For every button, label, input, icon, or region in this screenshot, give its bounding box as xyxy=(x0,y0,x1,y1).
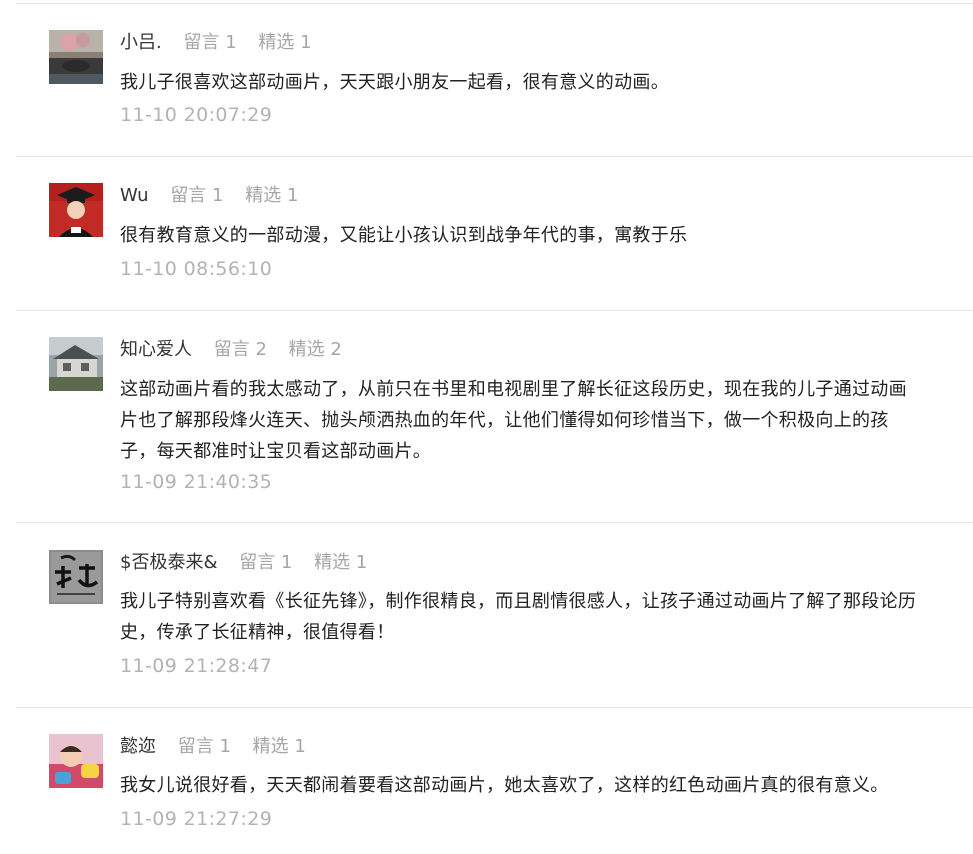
comment-text: 我儿子特别喜欢看《长征先锋》，制作很精良，而且剧情很感人，让孩子通过动画片了解了… xyxy=(120,591,917,643)
avatar[interactable] xyxy=(49,30,103,84)
nickname[interactable]: 小吕. xyxy=(120,32,162,53)
featured-count: 精选 2 xyxy=(288,339,342,360)
comment-meta: 小吕. 留言 1 精选 1 xyxy=(120,31,312,55)
avatar[interactable] xyxy=(49,550,103,604)
avatar[interactable] xyxy=(49,183,103,237)
calligraphy-avatar-icon xyxy=(49,550,103,604)
comment-meta: Wu 留言 1 精选 1 xyxy=(120,184,298,208)
landscape-avatar-icon xyxy=(49,30,103,84)
comment-time: 11-09 21:40:35 xyxy=(120,471,273,493)
reply-count: 留言 1 xyxy=(170,185,224,206)
comment-time: 11-10 08:56:10 xyxy=(120,258,273,280)
comment-divider xyxy=(16,522,973,523)
toddler-avatar-icon xyxy=(49,734,103,788)
reply-count: 留言 1 xyxy=(183,32,237,53)
comment-meta: 知心爱人 留言 2 精选 2 xyxy=(120,338,342,362)
comment-divider xyxy=(16,707,973,708)
nickname[interactable]: 知心爱人 xyxy=(120,339,192,360)
comment-divider xyxy=(16,156,973,157)
nickname[interactable]: 懿迩 xyxy=(120,736,156,757)
comment-list: 小吕. 留言 1 精选 1 我儿子很喜欢这部动画片，天天跟小朋友一起看，很有意义… xyxy=(0,0,973,854)
comment-time: 11-09 21:27:29 xyxy=(120,808,273,830)
featured-count: 精选 1 xyxy=(245,185,299,206)
comment-time: 11-09 21:28:47 xyxy=(120,655,273,677)
house-avatar-icon xyxy=(49,337,103,391)
comment-text: 我女儿说很好看，天天都闹着要看这部动画片，她太喜欢了，这样的红色动画片真的很有意… xyxy=(120,775,889,796)
comment-meta: $否极泰来& 留言 1 精选 1 xyxy=(120,551,367,575)
comment-text: 很有教育意义的一部动漫，又能让小孩认识到战争年代的事，寓教于乐 xyxy=(120,225,688,246)
nickname[interactable]: Wu xyxy=(120,185,149,206)
featured-count: 精选 1 xyxy=(314,552,368,573)
reply-count: 留言 1 xyxy=(177,736,231,757)
comment-time: 11-10 20:07:29 xyxy=(120,104,273,126)
featured-count: 精选 1 xyxy=(252,736,306,757)
comment-text: 我儿子很喜欢这部动画片，天天跟小朋友一起看，很有意义的动画。 xyxy=(120,72,669,93)
avatar[interactable] xyxy=(49,734,103,788)
reply-count: 留言 1 xyxy=(239,552,293,573)
reply-count: 留言 2 xyxy=(213,339,267,360)
nickname[interactable]: $否极泰来& xyxy=(120,552,218,573)
featured-count: 精选 1 xyxy=(258,32,312,53)
comment-divider xyxy=(16,310,973,311)
child-graduation-avatar-icon xyxy=(49,183,103,237)
avatar[interactable] xyxy=(49,337,103,391)
comment-text: 这部动画片看的我太感动了，从前只在书里和电视剧里了解长征这段历史，现在我的儿子通… xyxy=(120,379,907,462)
comment-meta: 懿迩 留言 1 精选 1 xyxy=(120,735,306,759)
